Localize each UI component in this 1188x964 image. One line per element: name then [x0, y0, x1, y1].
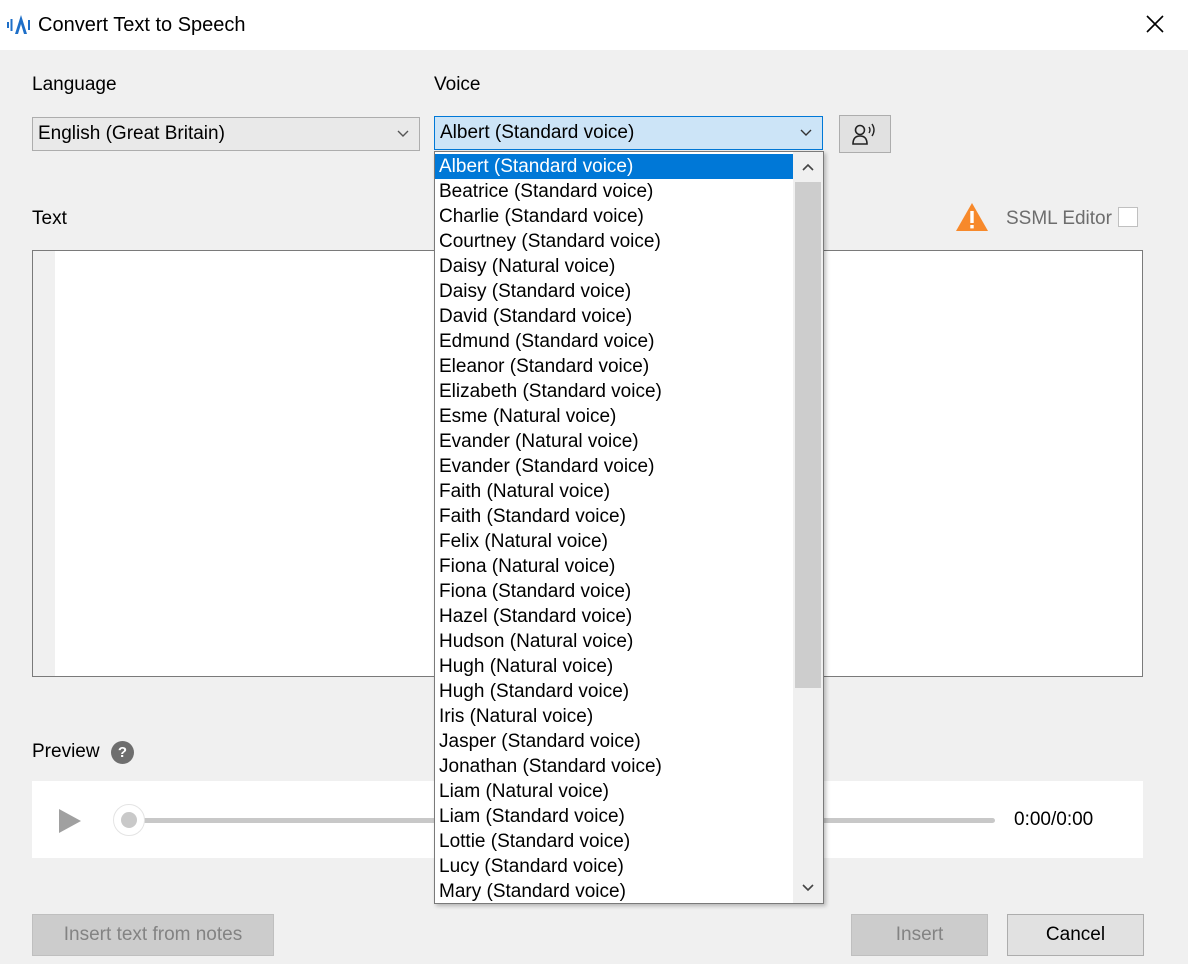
play-icon[interactable]: [58, 808, 82, 834]
voice-select[interactable]: Albert (Standard voice): [434, 116, 823, 150]
preview-time: 0:00/0:00: [1014, 809, 1094, 830]
voice-option[interactable]: David (Standard voice): [435, 304, 793, 329]
voice-option[interactable]: Evander (Standard voice): [435, 454, 793, 479]
voice-option[interactable]: Edmund (Standard voice): [435, 329, 793, 354]
scroll-thumb[interactable]: [795, 182, 821, 688]
app-waveform-icon: [7, 15, 30, 34]
preview-progress-thumb[interactable]: [113, 804, 145, 836]
voice-options: Albert (Standard voice) Beatrice (Standar…: [435, 154, 793, 903]
voice-option[interactable]: Faith (Natural voice): [435, 479, 793, 504]
voice-option[interactable]: Jonathan (Standard voice): [435, 754, 793, 779]
language-select[interactable]: English (Great Britain): [32, 117, 420, 151]
voice-option[interactable]: Elizabeth (Standard voice): [435, 379, 793, 404]
voice-option[interactable]: Liam (Standard voice): [435, 804, 793, 829]
voice-option[interactable]: Albert (Standard voice): [435, 154, 793, 179]
voice-dropdown-list: Albert (Standard voice) Beatrice (Standar…: [434, 151, 824, 904]
voice-option[interactable]: Lottie (Standard voice): [435, 829, 793, 854]
close-button[interactable]: [1132, 4, 1178, 44]
voice-option[interactable]: Daisy (Natural voice): [435, 254, 793, 279]
scroll-up-button[interactable]: [793, 152, 823, 182]
chevron-down-icon: [397, 130, 409, 137]
voice-option[interactable]: Esme (Natural voice): [435, 404, 793, 429]
text-input-gutter: [33, 251, 55, 676]
voice-speaker-icon: [852, 123, 875, 145]
preview-label: Preview: [32, 741, 100, 762]
close-icon: [1146, 15, 1164, 33]
voice-option[interactable]: Fiona (Standard voice): [435, 579, 793, 604]
chevron-down-icon: [802, 884, 814, 892]
text-label: Text: [32, 208, 67, 229]
ssml-editor-label: SSML Editor: [1006, 208, 1112, 229]
voice-option[interactable]: Eleanor (Standard voice): [435, 354, 793, 379]
help-icon[interactable]: ?: [111, 741, 134, 764]
dropdown-scrollbar[interactable]: [793, 152, 823, 903]
voice-selected-value: Albert (Standard voice): [440, 122, 635, 143]
insert-button[interactable]: Insert: [851, 914, 988, 956]
voice-option[interactable]: Iris (Natural voice): [435, 704, 793, 729]
language-selected-value: English (Great Britain): [38, 123, 225, 144]
voice-option[interactable]: Lucy (Standard voice): [435, 854, 793, 879]
voice-option[interactable]: Fiona (Natural voice): [435, 554, 793, 579]
title-bar: Convert Text to Speech: [0, 0, 1188, 50]
voice-option[interactable]: Hudson (Natural voice): [435, 629, 793, 654]
voice-option[interactable]: Liam (Natural voice): [435, 779, 793, 804]
voice-option[interactable]: Daisy (Standard voice): [435, 279, 793, 304]
cancel-button[interactable]: Cancel: [1007, 914, 1144, 956]
voice-option[interactable]: Charlie (Standard voice): [435, 204, 793, 229]
scroll-down-button[interactable]: [793, 873, 823, 903]
voice-option[interactable]: Courtney (Standard voice): [435, 229, 793, 254]
voice-option[interactable]: Beatrice (Standard voice): [435, 179, 793, 204]
language-label: Language: [32, 74, 117, 95]
ssml-editor-checkbox[interactable]: [1118, 207, 1138, 227]
preview-voice-button[interactable]: [839, 115, 891, 153]
voice-option[interactable]: Felix (Natural voice): [435, 529, 793, 554]
chevron-up-icon: [802, 163, 814, 171]
voice-option[interactable]: Jasper (Standard voice): [435, 729, 793, 754]
voice-option[interactable]: Faith (Standard voice): [435, 504, 793, 529]
voice-option[interactable]: Hazel (Standard voice): [435, 604, 793, 629]
voice-option[interactable]: Evander (Natural voice): [435, 429, 793, 454]
voice-option[interactable]: Mary (Standard voice): [435, 879, 793, 903]
warning-icon: [956, 203, 988, 231]
chevron-down-icon: [800, 129, 812, 136]
voice-option[interactable]: Hugh (Natural voice): [435, 654, 793, 679]
voice-option[interactable]: Hugh (Standard voice): [435, 679, 793, 704]
voice-label: Voice: [434, 74, 481, 95]
insert-text-from-notes-button[interactable]: Insert text from notes: [32, 914, 274, 956]
window-title: Convert Text to Speech: [38, 14, 246, 36]
